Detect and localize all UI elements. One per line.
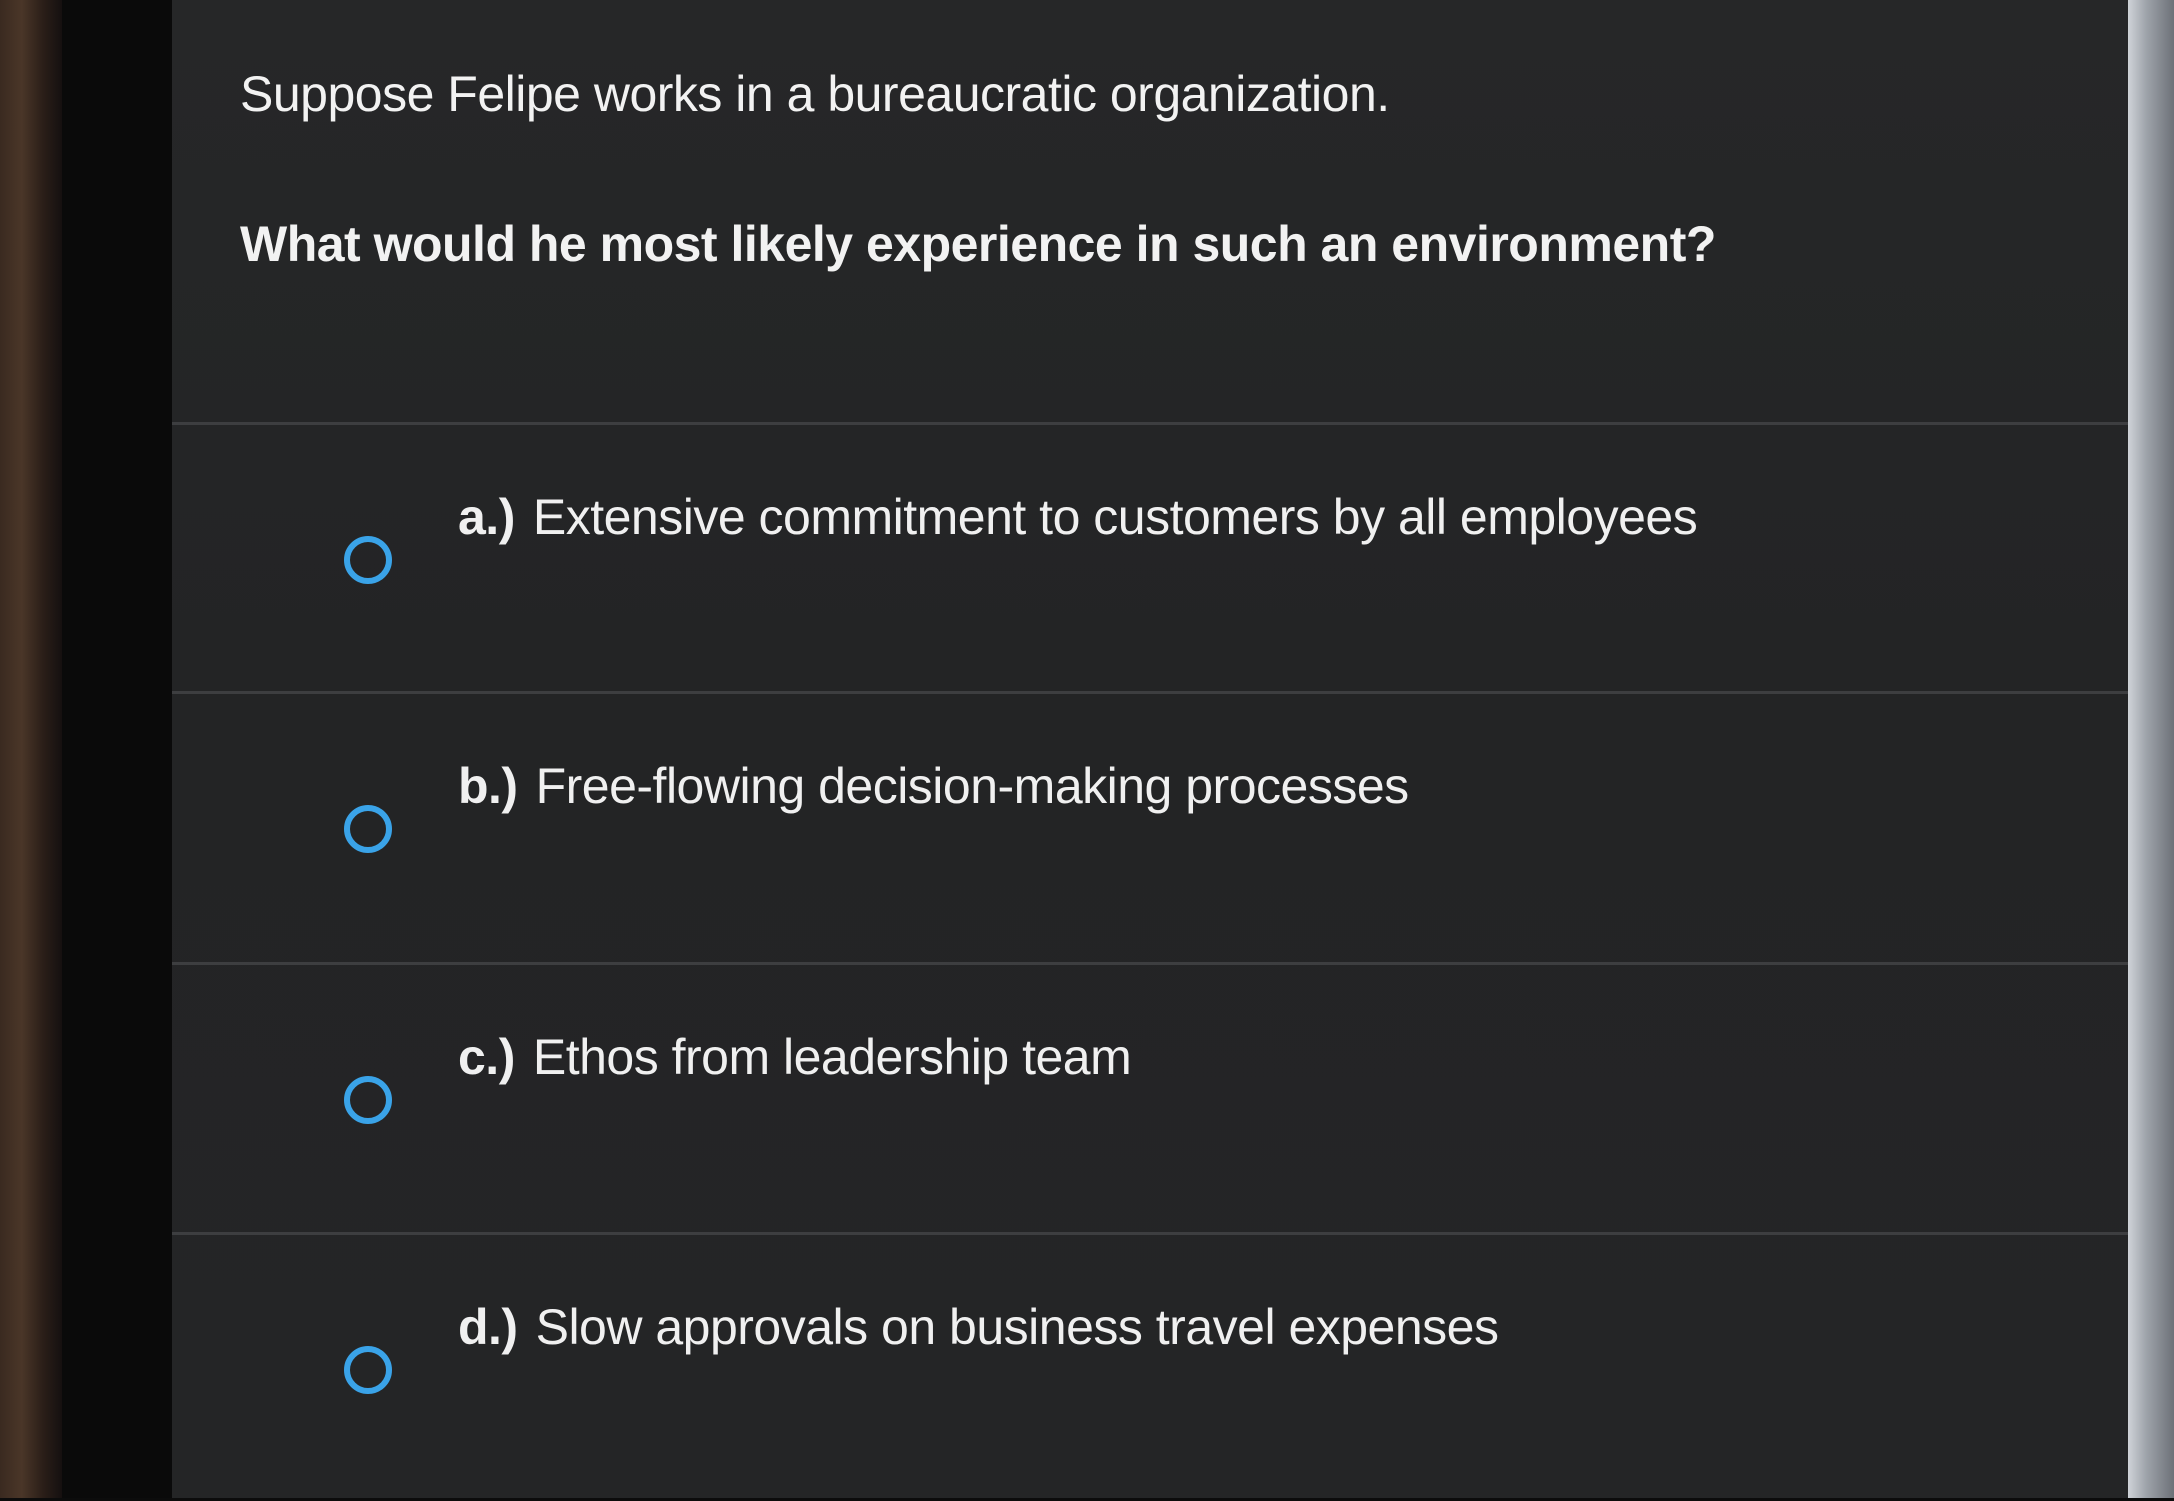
answer-option-a-letter: a.) [458,489,515,545]
radio-button-d[interactable] [344,1346,392,1394]
answer-option-b[interactable]: b.) Free-flowing decision-making processe… [172,694,2128,960]
answer-option-d-letter: d.) [458,1299,518,1355]
answer-option-b-label[interactable]: b.) Free-flowing decision-making processe… [458,756,1409,816]
answer-option-a[interactable]: a.) Extensive commitment to customers by … [172,425,2128,691]
answer-option-c-label[interactable]: c.) Ethos from leadership team [458,1027,1132,1087]
device-bezel-left [0,0,62,1498]
quiz-screen: Suppose Felipe works in a bureaucratic o… [172,0,2128,1498]
question-prompt: What would he most likely experience in … [240,216,1716,272]
answer-option-c-letter: c.) [458,1029,515,1085]
answer-option-a-text: Extensive commitment to customers by all… [532,489,1698,545]
radio-button-c[interactable] [344,1076,392,1124]
device-bezel-inner [62,0,172,1498]
answer-option-c[interactable]: c.) Ethos from leadership team [172,965,2128,1231]
radio-button-b[interactable] [344,805,392,853]
answer-option-d-label[interactable]: d.) Slow approvals on business travel exp… [458,1297,1499,1357]
radio-button-a[interactable] [344,536,392,584]
device-bezel-right [2128,0,2174,1498]
question-intro: Suppose Felipe works in a bureaucratic o… [240,66,1390,122]
answer-option-d-text: Slow approvals on business travel expens… [535,1299,1499,1355]
answer-option-c-text: Ethos from leadership team [532,1029,1132,1085]
answer-option-a-label[interactable]: a.) Extensive commitment to customers by … [458,487,1698,547]
answer-option-b-text: Free-flowing decision-making processes [535,758,1410,814]
answer-option-d[interactable]: d.) Slow approvals on business travel exp… [172,1235,2128,1501]
answer-option-b-letter: b.) [458,758,518,814]
